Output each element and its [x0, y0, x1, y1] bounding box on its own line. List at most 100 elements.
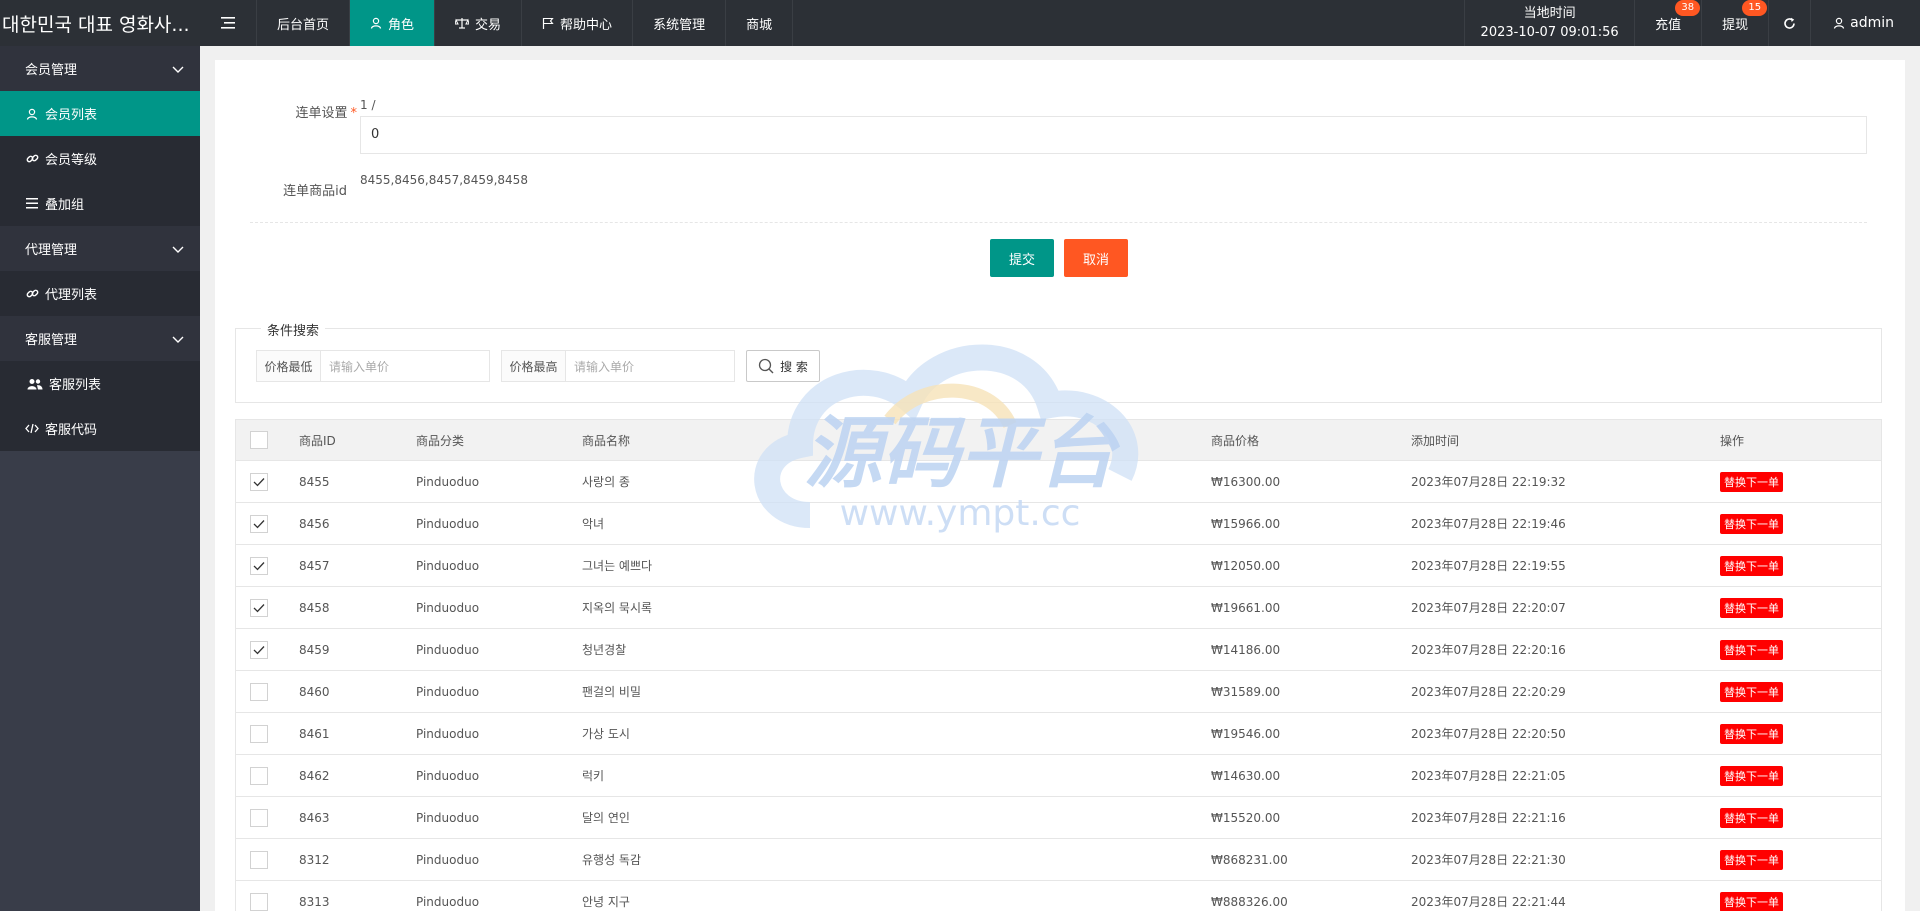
cell-price: ₩15520.00 — [1211, 810, 1281, 825]
sidebar: 会员管理 会员列表 会员等级 叠加组 代理管理 代理列表 客服管理 客服列表 客… — [0, 46, 200, 911]
cell-time: 2023年07月28日 22:20:29 — [1411, 685, 1566, 699]
conn-label: 连单设置 — [295, 106, 348, 121]
admin-menu[interactable]: admin — [1810, 0, 1920, 46]
chevron-down-icon — [172, 63, 184, 78]
replace-next-button[interactable]: 替换下一单 — [1720, 807, 1783, 828]
row-checkbox[interactable] — [250, 556, 268, 575]
sidebar-item-member-level[interactable]: 会员等级 — [0, 136, 200, 181]
sidebar-item-member-list[interactable]: 会员列表 — [0, 91, 200, 136]
price-min-input[interactable]: 请输入单价 — [321, 351, 489, 381]
withdraw-button[interactable]: 提现 15 — [1701, 0, 1768, 46]
menu-toggle-icon[interactable] — [200, 0, 256, 46]
row-checkbox[interactable] — [250, 808, 268, 827]
nav-help[interactable]: 帮助中心 — [521, 0, 632, 46]
cell-price: ₩868231.00 — [1211, 852, 1288, 867]
col-header: 商品ID — [299, 433, 336, 448]
cell-name: 안녕 지구 — [582, 895, 630, 909]
conn-input[interactable]: 0 — [360, 116, 1867, 154]
replace-next-button[interactable]: 替换下一单 — [1720, 597, 1783, 618]
row-checkbox[interactable] — [250, 472, 268, 491]
cell-name: 청년경찰 — [582, 643, 627, 657]
row-checkbox[interactable] — [250, 850, 268, 869]
link-icon — [25, 152, 39, 165]
table-row: 8459 Pinduoduo 청년경찰 ₩14186.00 2023年07月28日 22… — [236, 629, 1881, 671]
replace-next-button[interactable]: 替换下一单 — [1720, 513, 1783, 534]
replace-next-button[interactable]: 替换下一单 — [1720, 681, 1783, 702]
sidebar-item-support-list[interactable]: 客服列表 — [0, 361, 200, 406]
user-icon — [1833, 17, 1845, 29]
table-row: 8461 Pinduoduo 가상 도시 ₩19546.00 2023年07月28日 2… — [236, 713, 1881, 755]
cell-price: ₩31589.00 — [1211, 684, 1281, 699]
sidebar-item-support-code[interactable]: 客服代码 — [0, 406, 200, 451]
cell-category: Pinduoduo — [416, 684, 480, 699]
col-header: 商品分类 — [416, 433, 465, 448]
cell-id: 8457 — [299, 558, 330, 573]
cell-category: Pinduoduo — [416, 600, 480, 615]
replace-next-button[interactable]: 替换下一单 — [1720, 471, 1783, 492]
price-max-field: 价格最高 请输入单价 — [501, 350, 735, 382]
sidebar-group-agents[interactable]: 代理管理 — [0, 226, 200, 271]
price-max-input[interactable]: 请输入单价 — [566, 351, 734, 381]
cell-time: 2023年07月28日 22:21:44 — [1411, 895, 1566, 909]
search-button[interactable]: 搜 索 — [746, 350, 820, 382]
nav-label: 系统管理 — [653, 17, 706, 33]
row-checkbox[interactable] — [250, 892, 268, 911]
table-row: 8456 Pinduoduo 악녀 ₩15966.00 2023年07月28日 22:1… — [236, 503, 1881, 545]
row-checkbox[interactable] — [250, 514, 268, 533]
cell-id: 8458 — [299, 600, 330, 615]
cell-time: 2023年07月28日 22:19:55 — [1411, 559, 1566, 573]
sidebar-item-label: 叠加组 — [45, 198, 85, 213]
replace-next-button[interactable]: 替换下一单 — [1720, 891, 1783, 911]
submit-button[interactable]: 提交 — [990, 239, 1054, 277]
sidebar-item-stack-group[interactable]: 叠加组 — [0, 181, 200, 226]
clock-label: 当地时间 — [1523, 6, 1576, 21]
cell-name: 지옥의 묵시록 — [582, 601, 653, 615]
row-checkbox[interactable] — [250, 640, 268, 659]
group-label: 客服管理 — [25, 333, 78, 348]
cancel-button[interactable]: 取消 — [1064, 239, 1128, 277]
ids-value: 8455,8456,8457,8459,8458 — [360, 173, 528, 187]
replace-next-button[interactable]: 替换下一单 — [1720, 849, 1783, 870]
cell-category: Pinduoduo — [416, 474, 480, 489]
price-max-label: 价格最高 — [502, 351, 566, 381]
price-min-field: 价格最低 请输入单价 — [256, 350, 490, 382]
nav-home[interactable]: 后台首页 — [256, 0, 349, 46]
chevron-down-icon — [172, 333, 184, 348]
cell-name: 사랑의 종 — [582, 475, 630, 489]
replace-next-button[interactable]: 替换下一单 — [1720, 765, 1783, 786]
cell-name: 럭키 — [582, 769, 605, 783]
row-checkbox[interactable] — [250, 598, 268, 617]
sidebar-group-support[interactable]: 客服管理 — [0, 316, 200, 361]
nav-system[interactable]: 系统管理 — [632, 0, 725, 46]
cell-time: 2023年07月28日 22:20:07 — [1411, 601, 1566, 615]
cell-name: 유행성 독감 — [582, 853, 642, 867]
nav-role[interactable]: 角色 — [349, 0, 435, 46]
app-logo[interactable]: 대한민국 대표 영화사... — [0, 0, 200, 46]
sidebar-group-members[interactable]: 会员管理 — [0, 46, 200, 91]
sidebar-item-label: 客服代码 — [45, 423, 98, 438]
cell-category: Pinduoduo — [416, 810, 480, 825]
ids-label: 连单商品id — [283, 184, 347, 199]
replace-next-button[interactable]: 替换下一单 — [1720, 555, 1783, 576]
replace-next-button[interactable]: 替换下一单 — [1720, 723, 1783, 744]
col-header: 添加时间 — [1411, 433, 1460, 448]
select-all-checkbox[interactable] — [250, 431, 268, 449]
replace-next-button[interactable]: 替换下一单 — [1720, 639, 1783, 660]
nav-trade[interactable]: 交易 — [434, 0, 521, 46]
table-row: 8458 Pinduoduo 지옥의 묵시록 ₩19661.00 2023年07月28日… — [236, 587, 1881, 629]
nav-label: 帮助中心 — [560, 17, 613, 33]
cell-id: 8312 — [299, 852, 330, 867]
refresh-icon[interactable] — [1768, 0, 1810, 46]
nav-label: 商城 — [746, 17, 773, 33]
scale-icon — [455, 17, 470, 29]
recharge-button[interactable]: 充值 38 — [1634, 0, 1701, 46]
row-checkbox[interactable] — [250, 724, 268, 743]
search-panel: 条件搜索 价格最低 请输入单价 价格最高 请输入单价 搜 索 — [235, 320, 1882, 403]
cell-name: 그녀는 예쁘다 — [582, 559, 653, 573]
cell-category: Pinduoduo — [416, 852, 480, 867]
nav-mall[interactable]: 商城 — [725, 0, 794, 46]
sidebar-item-agent-list[interactable]: 代理列表 — [0, 271, 200, 316]
cell-category: Pinduoduo — [416, 516, 480, 531]
row-checkbox[interactable] — [250, 682, 268, 701]
row-checkbox[interactable] — [250, 766, 268, 785]
